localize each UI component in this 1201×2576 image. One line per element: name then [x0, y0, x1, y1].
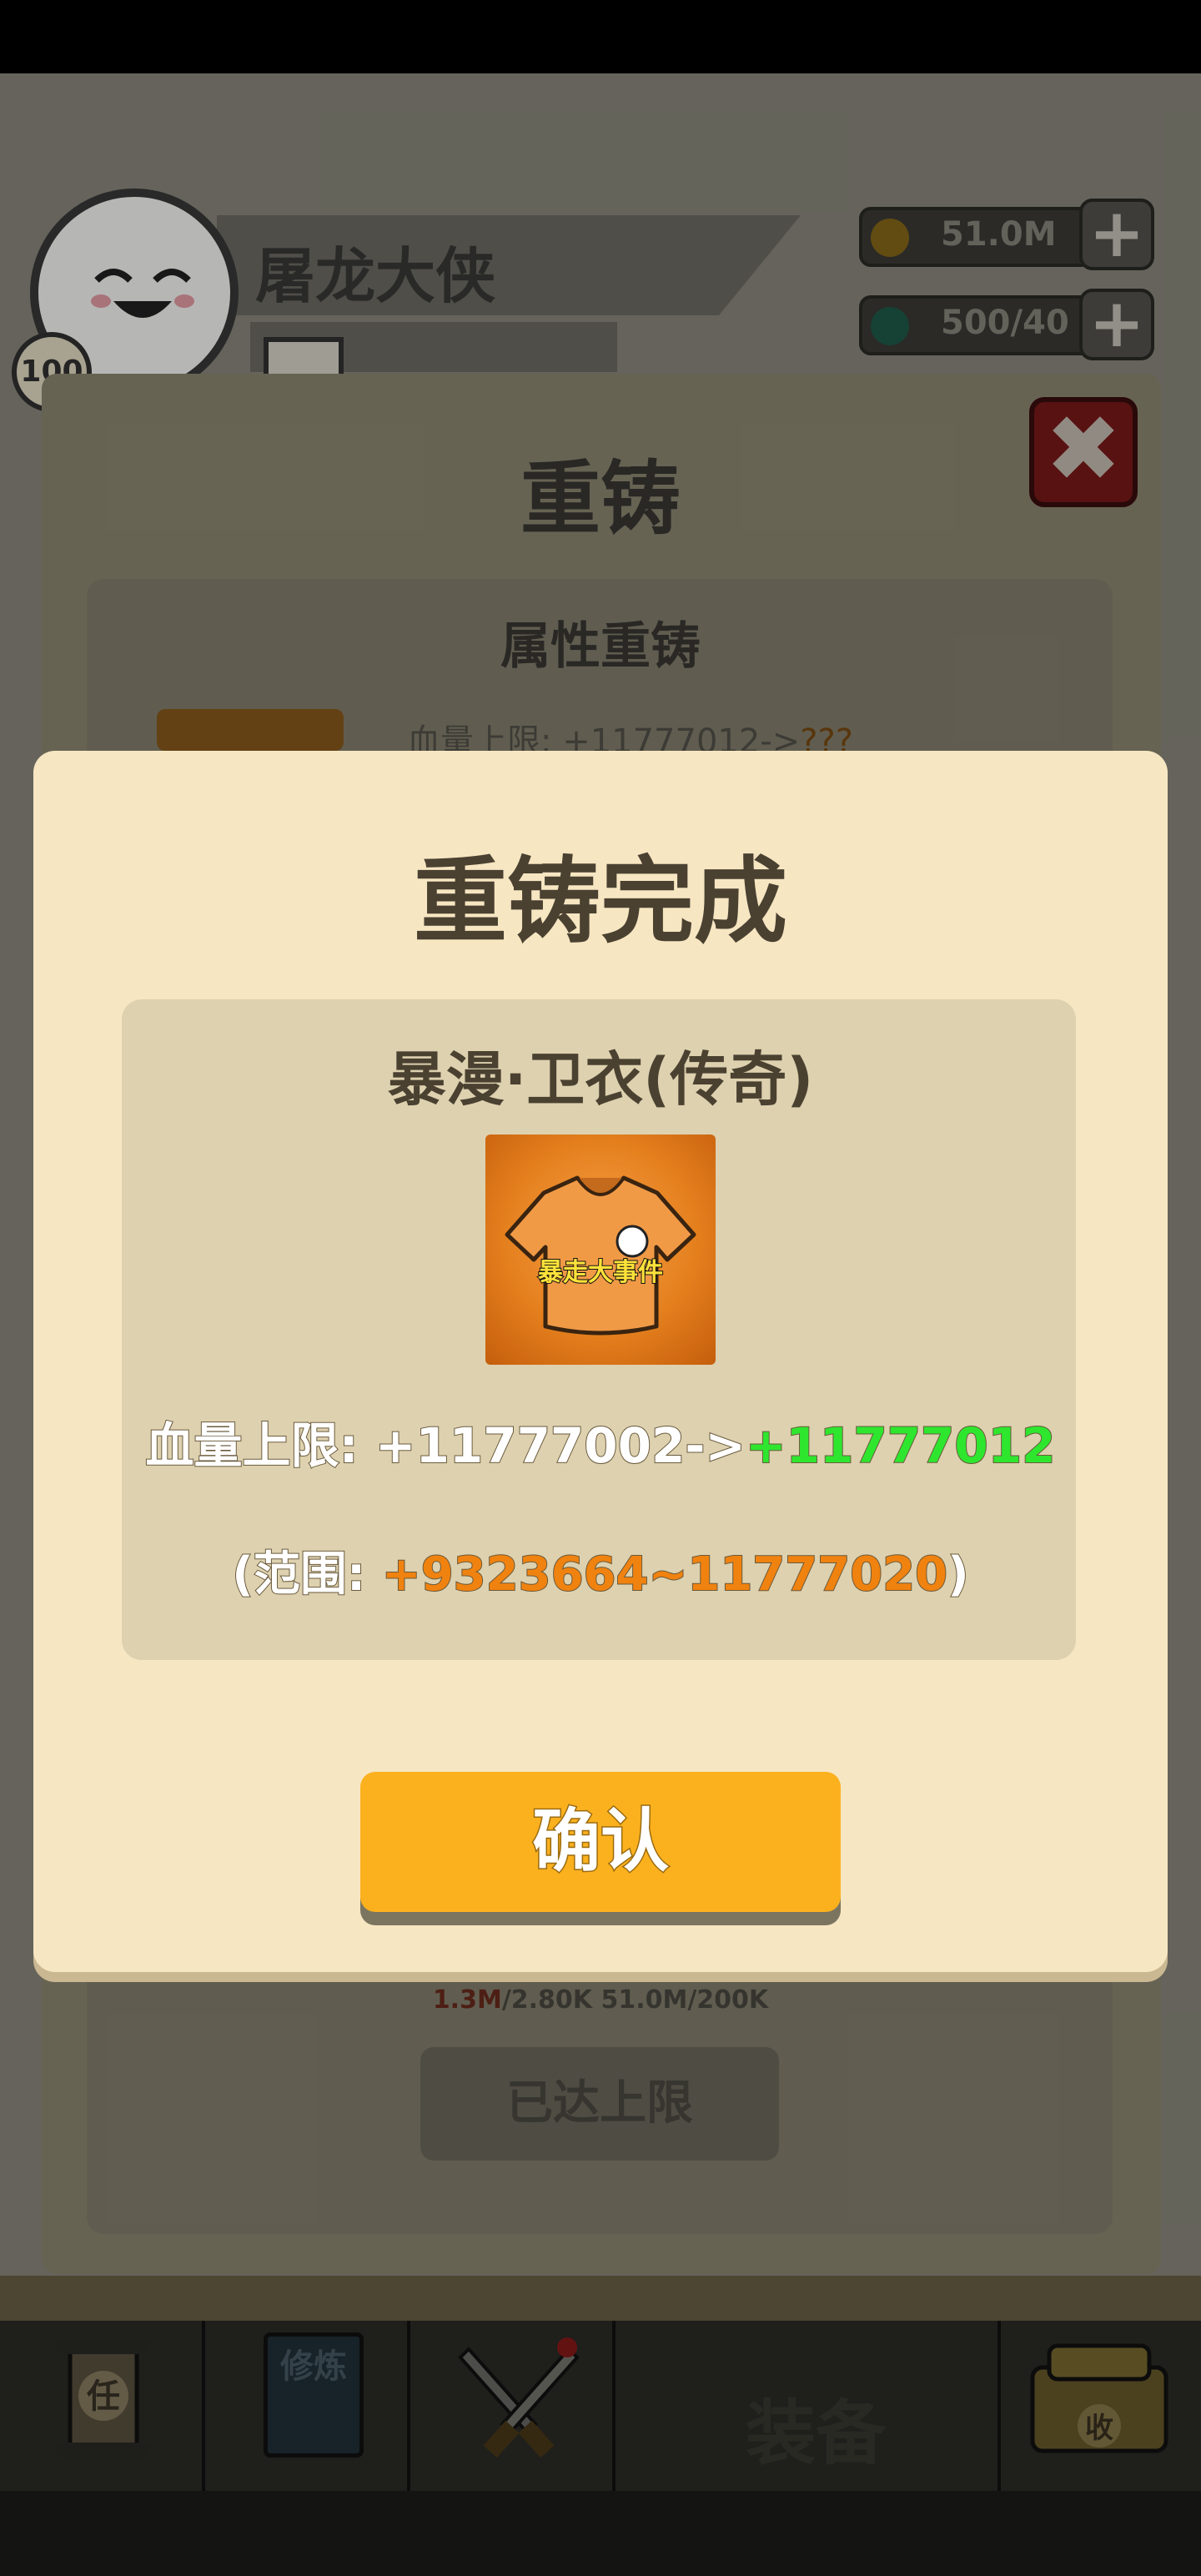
confirm-button[interactable]: 确认 [360, 1772, 841, 1912]
stat-change: 血量上限: +11777002->+11777012 [145, 1416, 1057, 1475]
item-image: 暴走大事件 [485, 1135, 716, 1365]
item-name: 暴漫·卫衣(传奇) [387, 1045, 814, 1114]
tshirt-print: 暴走大事件 [538, 1258, 663, 1287]
tshirt-icon: 暴走大事件 [505, 1175, 696, 1336]
dialog-title: 重铸完成 [414, 848, 787, 956]
stat-range: (范围: +9323664~11777020) [231, 1547, 969, 1602]
